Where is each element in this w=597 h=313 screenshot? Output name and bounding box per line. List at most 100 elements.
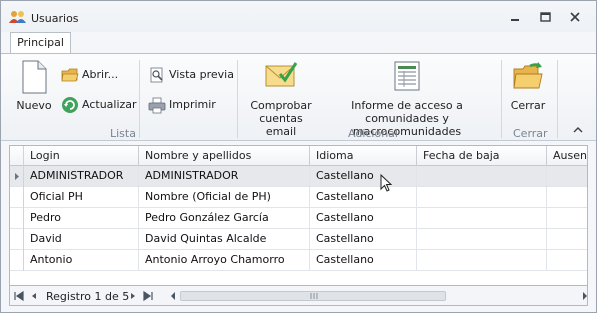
new-document-icon bbox=[22, 60, 47, 94]
next-record-button[interactable] bbox=[127, 290, 139, 302]
informe-label-2: comunidades y macrocomunidades bbox=[352, 112, 462, 138]
separator bbox=[557, 60, 558, 138]
cell-ausencia[interactable] bbox=[547, 187, 587, 208]
record-navigator: Registro 1 de 5 bbox=[9, 286, 588, 306]
ribbon-tabs: Principal bbox=[1, 32, 596, 55]
comprobar-label-1: Comprobar bbox=[250, 99, 312, 112]
ribbon: Nuevo Abrir... Actualizar Vista previa I… bbox=[1, 53, 596, 141]
cell-nombre[interactable]: Pedro González García bbox=[139, 208, 310, 229]
cell-nombre[interactable]: David Quintas Alcalde bbox=[139, 229, 310, 250]
group-label-cerrar: Cerrar bbox=[513, 127, 548, 140]
cell-idioma[interactable]: Castellano bbox=[310, 187, 417, 208]
abrir-button[interactable]: Abrir... bbox=[61, 65, 131, 85]
column-header-ausencia[interactable]: Ausencia bbox=[547, 146, 587, 166]
row-indicator bbox=[10, 166, 24, 187]
usuarios-window: Usuarios Principal Nuevo Abrir... Actual… bbox=[0, 0, 597, 313]
print-preview-icon bbox=[150, 67, 163, 83]
refresh-icon bbox=[62, 97, 78, 113]
cell-idioma[interactable]: Castellano bbox=[310, 208, 417, 229]
cell-ausencia[interactable] bbox=[547, 166, 587, 187]
abrir-label: Abrir... bbox=[82, 68, 119, 81]
separator bbox=[501, 60, 502, 138]
scroll-left-icon[interactable] bbox=[168, 289, 178, 303]
cell-ausencia[interactable] bbox=[547, 208, 587, 229]
cell-login[interactable]: ADMINISTRADOR bbox=[24, 166, 139, 187]
scrollbar-thumb[interactable] bbox=[180, 291, 446, 301]
tab-principal[interactable]: Principal bbox=[10, 32, 71, 55]
table-row[interactable]: Oficial PH Nombre (Oficial de PH) Castel… bbox=[10, 187, 587, 208]
cell-fecha-baja[interactable] bbox=[417, 229, 547, 250]
folder-open-icon bbox=[61, 68, 79, 82]
table-row[interactable]: Pedro Pedro González García Castellano bbox=[10, 208, 587, 229]
collapse-ribbon-icon[interactable] bbox=[571, 124, 585, 136]
vista-previa-label: Vista previa bbox=[169, 68, 234, 81]
users-grid: Login Nombre y apellidos Idioma Fecha de… bbox=[9, 145, 588, 286]
row-indicator bbox=[10, 187, 24, 208]
actualizar-button[interactable]: Actualizar bbox=[61, 95, 137, 115]
cell-idioma[interactable]: Castellano bbox=[310, 229, 417, 250]
users-icon bbox=[9, 11, 26, 23]
cell-idioma[interactable]: Castellano bbox=[310, 250, 417, 271]
row-indicator bbox=[10, 208, 24, 229]
cell-nombre[interactable]: Nombre (Oficial de PH) bbox=[139, 187, 310, 208]
row-pointer-icon bbox=[15, 173, 19, 180]
cell-nombre[interactable]: ADMINISTRADOR bbox=[139, 166, 310, 187]
row-indicator bbox=[10, 229, 24, 250]
report-icon bbox=[394, 61, 420, 91]
imprimir-label: Imprimir bbox=[169, 98, 216, 111]
comprobar-cuentas-email-button[interactable]: Comprobar cuentas email bbox=[245, 60, 317, 138]
cerrar-button[interactable]: Cerrar bbox=[506, 60, 550, 112]
first-record-button[interactable] bbox=[13, 290, 25, 302]
previous-record-button[interactable] bbox=[28, 290, 40, 302]
informe-label-1: Informe de acceso a bbox=[351, 99, 463, 112]
close-folder-icon bbox=[513, 62, 543, 89]
window-title: Usuarios bbox=[31, 12, 79, 25]
cerrar-label: Cerrar bbox=[510, 99, 546, 112]
cell-login[interactable]: Pedro bbox=[24, 208, 139, 229]
horizontal-scrollbar[interactable] bbox=[168, 289, 587, 303]
cell-fecha-baja[interactable] bbox=[417, 187, 547, 208]
informe-acceso-button[interactable]: Informe de acceso a comunidades y macroc… bbox=[321, 60, 493, 138]
column-header-login[interactable]: Login bbox=[24, 146, 139, 166]
cell-login[interactable]: Oficial PH bbox=[24, 187, 139, 208]
nuevo-label: Nuevo bbox=[16, 99, 52, 112]
table-row[interactable]: David David Quintas Alcalde Castellano bbox=[10, 229, 587, 250]
mouse-cursor-icon bbox=[380, 174, 393, 192]
vista-previa-button[interactable]: Vista previa bbox=[148, 65, 234, 85]
table-row[interactable]: Antonio Antonio Arroyo Chamorro Castella… bbox=[10, 250, 587, 271]
row-indicator bbox=[10, 250, 24, 271]
imprimir-button[interactable]: Imprimir bbox=[148, 95, 218, 115]
column-header-fecha-baja[interactable]: Fecha de baja bbox=[417, 146, 547, 166]
grid-header: Login Nombre y apellidos Idioma Fecha de… bbox=[10, 146, 587, 166]
last-record-button[interactable] bbox=[142, 290, 154, 302]
email-check-icon bbox=[265, 62, 298, 87]
column-header-nombre[interactable]: Nombre y apellidos bbox=[139, 146, 310, 166]
cell-fecha-baja[interactable] bbox=[417, 166, 547, 187]
printer-icon bbox=[148, 97, 166, 114]
cell-ausencia[interactable] bbox=[547, 250, 587, 271]
nuevo-button[interactable]: Nuevo bbox=[11, 60, 57, 112]
maximize-button[interactable] bbox=[534, 8, 556, 26]
grip-icon bbox=[310, 293, 318, 299]
close-window-button[interactable] bbox=[564, 8, 586, 26]
title-bar[interactable]: Usuarios bbox=[1, 1, 596, 32]
column-header-idioma[interactable]: Idioma bbox=[310, 146, 417, 166]
group-label-adicional: Adicional bbox=[348, 127, 398, 140]
cell-fecha-baja[interactable] bbox=[417, 250, 547, 271]
cell-ausencia[interactable] bbox=[547, 229, 587, 250]
header-indicator bbox=[10, 146, 24, 166]
cell-idioma[interactable]: Castellano bbox=[310, 166, 417, 187]
cell-login[interactable]: Antonio bbox=[24, 250, 139, 271]
separator bbox=[139, 60, 140, 138]
minimize-button[interactable] bbox=[504, 8, 526, 26]
table-row[interactable]: ADMINISTRADOR ADMINISTRADOR Castellano bbox=[10, 166, 587, 187]
separator bbox=[237, 60, 238, 138]
group-label-lista: Lista bbox=[110, 127, 136, 140]
cell-nombre[interactable]: Antonio Arroyo Chamorro bbox=[139, 250, 310, 271]
comprobar-label-2: cuentas email bbox=[259, 112, 303, 138]
cell-login[interactable]: David bbox=[24, 229, 139, 250]
cell-fecha-baja[interactable] bbox=[417, 208, 547, 229]
actualizar-label: Actualizar bbox=[82, 98, 137, 111]
record-counter: Registro 1 de 5 bbox=[46, 290, 130, 303]
scroll-right-icon[interactable] bbox=[580, 289, 590, 303]
